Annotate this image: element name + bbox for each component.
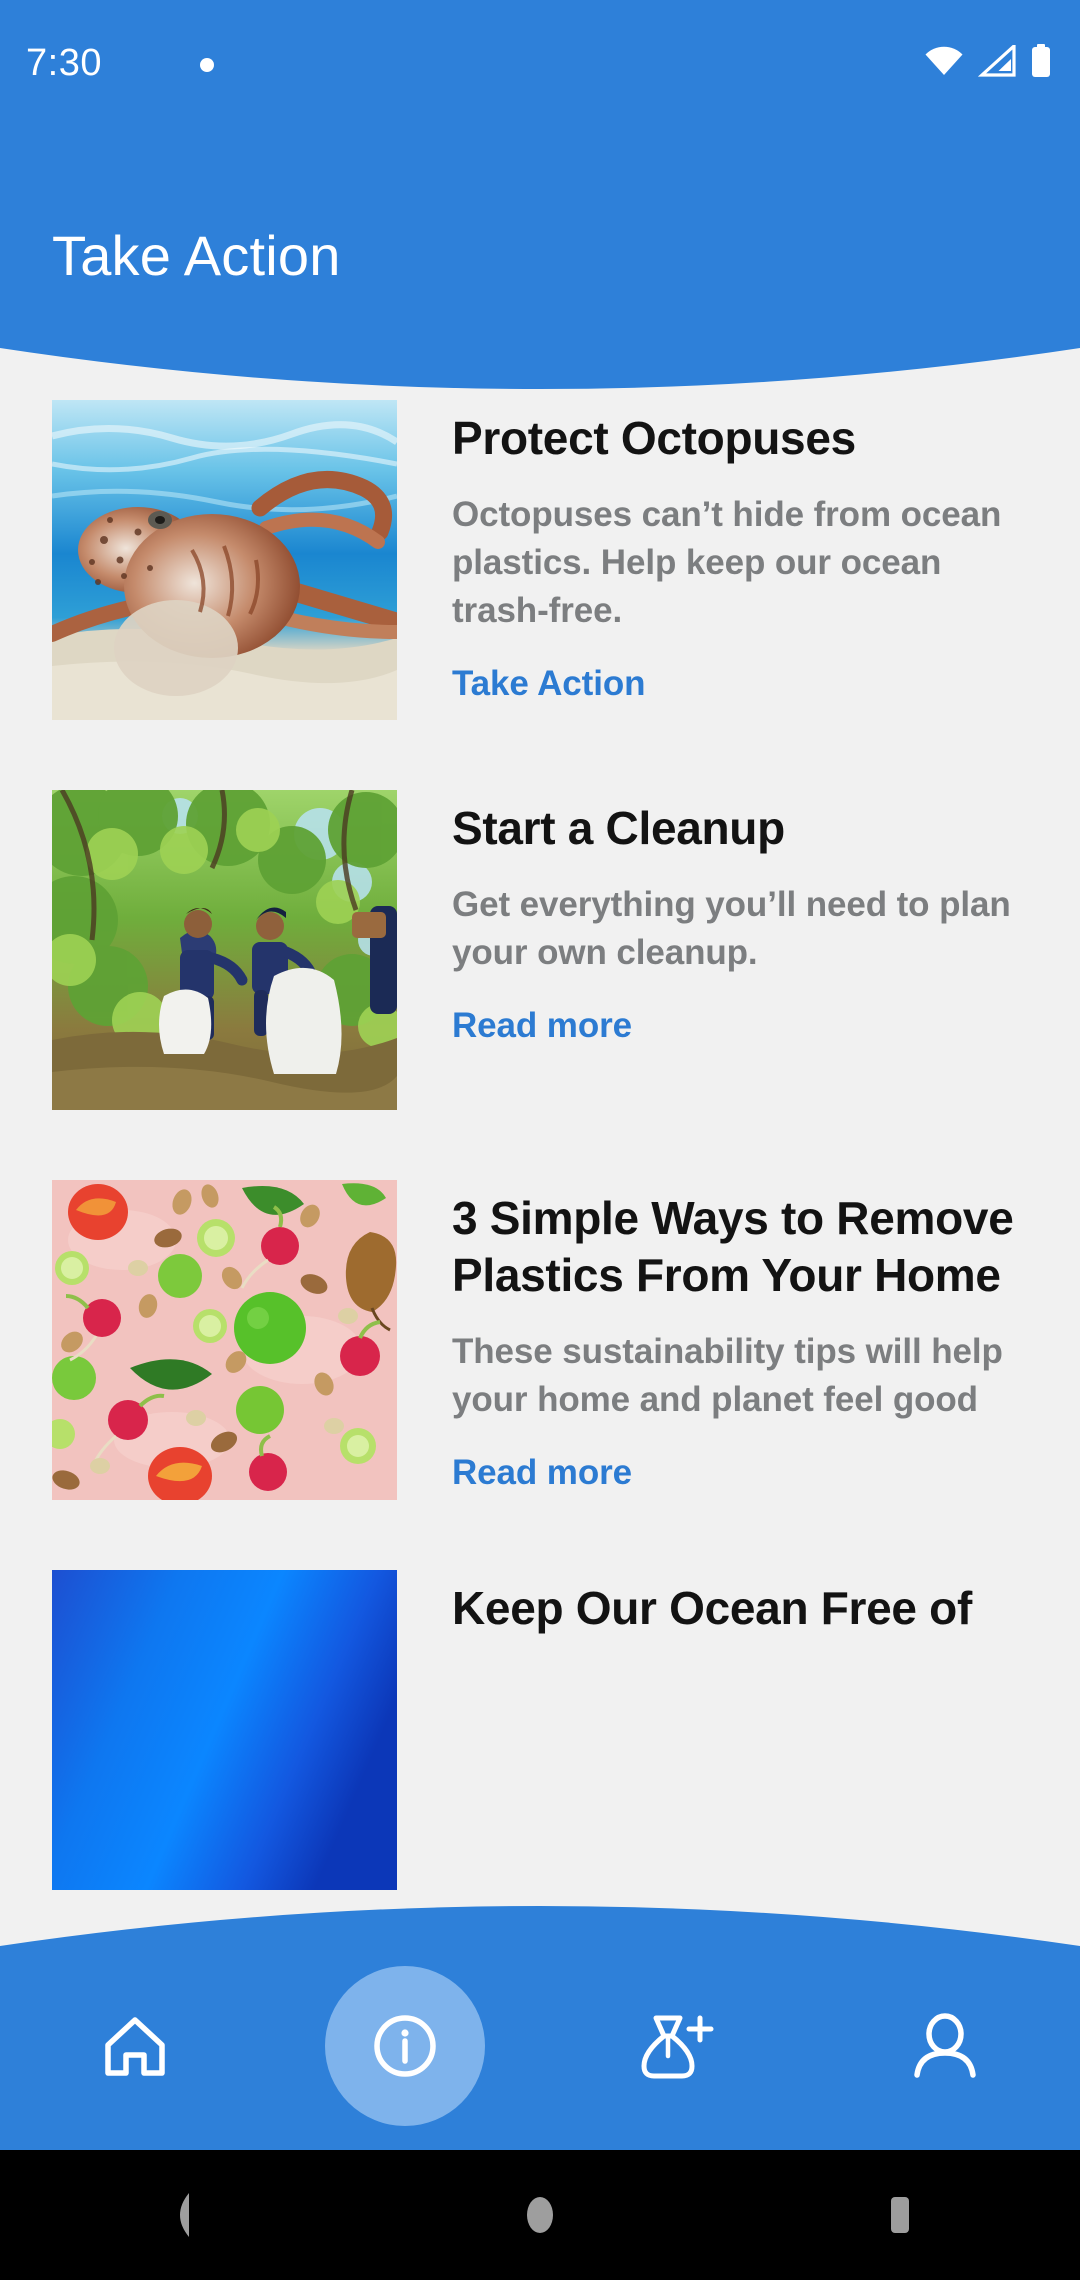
person-icon xyxy=(908,2009,982,2083)
notification-dot-icon xyxy=(200,58,214,72)
card-link-take-action[interactable]: Take Action xyxy=(452,663,645,705)
nav-icon-holder-active xyxy=(325,1966,485,2126)
card-description: Get everything you’ll need to plan your … xyxy=(452,885,1011,972)
list-item[interactable]: Protect Octopuses Octopuses can’t hide f… xyxy=(0,400,1080,720)
nav-item-home[interactable] xyxy=(0,1900,270,2170)
card-link-read-more[interactable]: Read more xyxy=(452,1452,632,1494)
card-description: Octopuses can’t hide from ocean plastics… xyxy=(452,495,1002,630)
card-description: These sustainability tips will help your… xyxy=(452,1332,1003,1419)
ocean-water-photo xyxy=(52,1570,397,1890)
nav-item-profile[interactable] xyxy=(810,1900,1080,2170)
card-title: 3 Simple Ways to Remove Plastics From Yo… xyxy=(452,1192,1014,1301)
system-back-button[interactable] xyxy=(110,2150,250,2280)
recents-square-icon xyxy=(878,2191,922,2239)
status-bar-clock: 7:30 xyxy=(26,42,102,84)
nav-icon-holder xyxy=(865,1966,1025,2126)
card-body: Start a Cleanup Get everything you’ll ne… xyxy=(397,790,1028,1047)
card-title: Start a Cleanup xyxy=(452,802,785,854)
system-home-button[interactable] xyxy=(470,2150,610,2280)
card-body: Protect Octopuses Octopuses can’t hide f… xyxy=(397,400,1028,705)
app-root: 7:30 Take Action Protect Octopuses Octop… xyxy=(0,0,1080,2280)
bottom-nav-items xyxy=(0,1900,1080,2170)
nav-icon-holder xyxy=(595,1966,755,2126)
trash-bag-plus-icon xyxy=(634,2008,716,2084)
android-system-navigation[interactable] xyxy=(0,2150,1080,2280)
nav-item-info[interactable] xyxy=(270,1900,540,2170)
status-bar: 7:30 xyxy=(0,0,1080,104)
fruits-vegetables-nuts-photo xyxy=(52,1180,397,1500)
info-circle-icon xyxy=(367,2008,443,2084)
article-list[interactable]: Protect Octopuses Octopuses can’t hide f… xyxy=(0,400,1080,1930)
volunteers-collecting-trash-photo xyxy=(52,790,397,1110)
wifi-icon xyxy=(924,45,964,77)
page-title: Take Action xyxy=(52,224,341,287)
status-bar-icons xyxy=(924,44,1052,78)
list-item[interactable]: 3 Simple Ways to Remove Plastics From Yo… xyxy=(0,1180,1080,1500)
back-triangle-icon xyxy=(158,2191,202,2239)
cell-signal-icon xyxy=(978,45,1016,77)
list-item[interactable]: Keep Our Ocean Free of xyxy=(0,1570,1080,1890)
list-item[interactable]: Start a Cleanup Get everything you’ll ne… xyxy=(0,790,1080,1110)
octopus-underwater-photo xyxy=(52,400,397,720)
home-icon xyxy=(98,2009,172,2083)
battery-icon xyxy=(1030,44,1052,78)
app-header: 7:30 Take Action xyxy=(0,0,1080,420)
card-body: 3 Simple Ways to Remove Plastics From Yo… xyxy=(397,1180,1028,1494)
nav-icon-holder xyxy=(55,1966,215,2126)
card-body: Keep Our Ocean Free of xyxy=(397,1570,1028,1661)
home-circle-icon xyxy=(518,2191,562,2239)
card-link-read-more[interactable]: Read more xyxy=(452,1005,632,1047)
nav-item-log-trash[interactable] xyxy=(540,1900,810,2170)
bottom-navigation-bar[interactable] xyxy=(0,1900,1080,2170)
card-title: Keep Our Ocean Free of xyxy=(452,1582,972,1634)
system-recents-button[interactable] xyxy=(830,2150,970,2280)
